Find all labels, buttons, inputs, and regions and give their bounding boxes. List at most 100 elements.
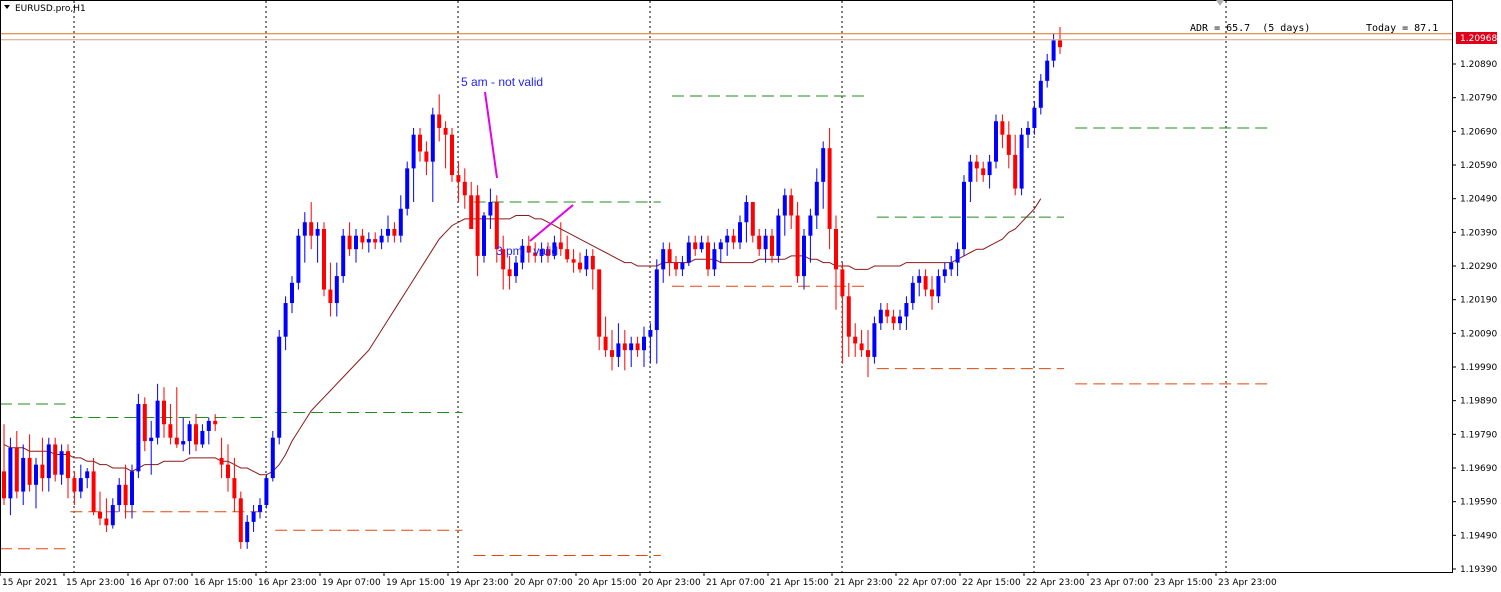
candle [968, 154, 973, 203]
candle-body [59, 451, 64, 475]
candle-body [866, 350, 870, 357]
candle-body [379, 235, 384, 243]
candle [558, 222, 563, 256]
price-tick-label: 1.19390 [1460, 565, 1497, 575]
candle-body [622, 343, 627, 351]
candle-body [686, 242, 691, 263]
price-chart[interactable]: EURUSD.pro,H1 ADR = 65.7 (5 days) Today … [0, 0, 1501, 592]
candle-body [398, 208, 403, 236]
candle-body [667, 249, 672, 263]
candle [264, 474, 269, 509]
candle [213, 414, 218, 431]
candle-body [482, 215, 486, 256]
candle [955, 242, 960, 277]
candle [840, 262, 845, 364]
candle [347, 222, 352, 256]
chart-shift-marker-icon[interactable] [1216, 0, 1224, 6]
candle-body [194, 424, 198, 445]
candle [590, 249, 595, 290]
candle-body [494, 202, 499, 250]
candle-body [904, 303, 909, 317]
price-tick-label: 1.20890 [1460, 60, 1497, 70]
candle-body [616, 343, 621, 357]
candle-body [181, 441, 186, 445]
candle-body [462, 181, 467, 196]
candle [443, 121, 448, 169]
candle [763, 228, 768, 263]
candle [885, 303, 890, 324]
candle-body [1032, 107, 1037, 128]
candle-body [859, 343, 864, 351]
candle [475, 185, 480, 277]
arrow-not-valid [484, 91, 498, 179]
time-tick-label: 22 Apr 15:00 [962, 578, 1021, 588]
candle [462, 168, 467, 209]
candle [328, 262, 333, 317]
candle [360, 228, 365, 250]
candle-body [2, 471, 6, 499]
candle-body [315, 228, 320, 236]
candle-body [347, 235, 352, 250]
candle-body [104, 518, 109, 526]
candle-body [1026, 127, 1030, 135]
candle-body [642, 336, 646, 351]
candle [571, 249, 576, 273]
candle-body [475, 195, 480, 256]
candle-body [424, 151, 429, 162]
candle [706, 235, 710, 277]
candle [411, 127, 416, 203]
candle-body [597, 269, 602, 337]
time-tick-label: 15 Apr 2021 [2, 578, 58, 588]
candle [1051, 33, 1056, 68]
candle-body [827, 148, 832, 229]
candle-body [840, 269, 845, 297]
candle [674, 255, 678, 277]
arrow-valid [529, 204, 574, 242]
candle-body [725, 235, 730, 243]
candle-body [872, 323, 877, 357]
candle [891, 309, 896, 330]
candle-body [322, 228, 326, 290]
candle-body [162, 400, 166, 425]
time-tick-label: 20 Apr 23:00 [642, 578, 701, 588]
candle [85, 468, 90, 489]
time-tick-label: 15 Apr 23:00 [66, 578, 125, 588]
candle-body [629, 343, 634, 351]
candle-body [942, 269, 947, 277]
collapse-triangle-icon[interactable] [4, 5, 10, 9]
candle [578, 252, 582, 273]
candle [258, 498, 262, 519]
candle [91, 457, 96, 516]
candle-body [718, 242, 723, 250]
time-tick-label: 16 Apr 15:00 [194, 578, 253, 588]
candle [808, 208, 813, 263]
candle [1045, 53, 1050, 88]
candle [392, 222, 397, 243]
candle [117, 478, 122, 512]
today-label: Today = 87.1 [1366, 23, 1438, 34]
candle-body [974, 161, 979, 169]
candle [603, 316, 608, 357]
candle [872, 316, 877, 364]
candle [635, 336, 640, 357]
annotation-valid: 3 pm - valid [496, 244, 558, 258]
candle-body [635, 343, 640, 351]
price-tick-label: 1.19990 [1460, 363, 1497, 373]
candle [309, 202, 314, 250]
candle [725, 228, 730, 256]
candle-body [78, 478, 83, 492]
candle-body [283, 303, 288, 337]
candle [226, 444, 230, 492]
candle-body [469, 195, 474, 229]
candle-body [1000, 121, 1005, 135]
candle [974, 154, 979, 182]
candle [2, 424, 6, 506]
candle-body [430, 114, 435, 162]
candle-body [443, 127, 448, 135]
candle [149, 420, 154, 475]
price-tick-label: 1.20290 [1460, 262, 1497, 272]
candle [949, 255, 954, 277]
candle-body [456, 175, 461, 182]
candle-body [661, 249, 666, 270]
candle [270, 430, 275, 482]
